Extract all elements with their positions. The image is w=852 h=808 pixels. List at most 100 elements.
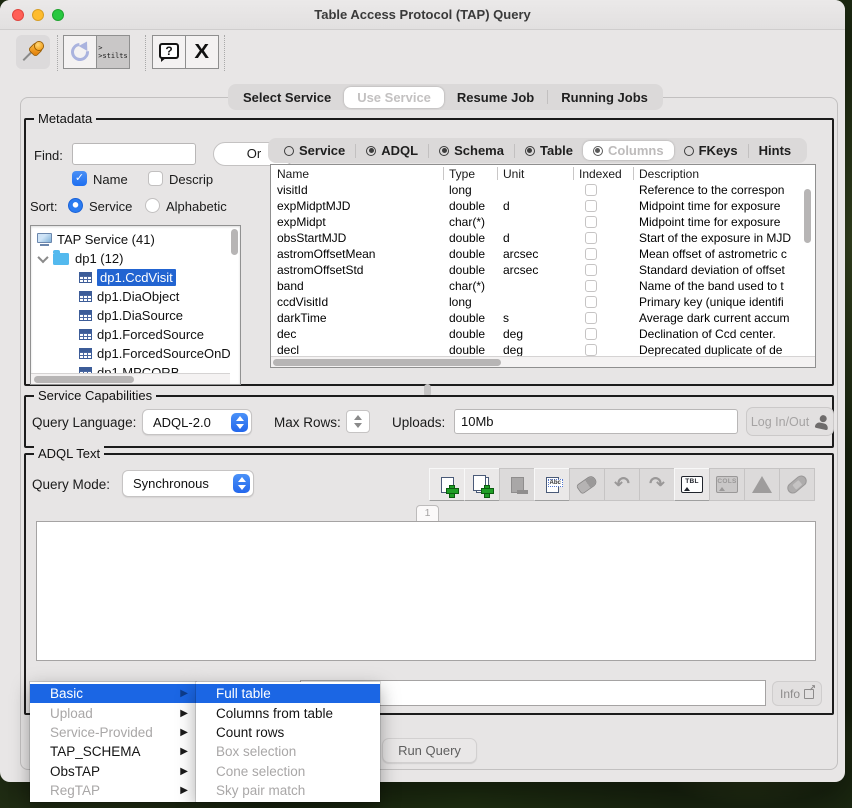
- columns-table-header: Name Type Unit Indexed Description: [271, 165, 815, 182]
- table-row[interactable]: decdoubledegDeclination of Ccd center.: [271, 326, 815, 342]
- indexed-checkbox[interactable]: [585, 184, 597, 196]
- undo-button[interactable]: ↶: [604, 468, 640, 501]
- insert-columns-button[interactable]: COLS: [709, 468, 745, 501]
- adql-edit-tab[interactable]: 1: [416, 505, 439, 521]
- uploads-field[interactable]: 10Mb: [454, 409, 738, 434]
- remove-example-button[interactable]: [499, 468, 535, 501]
- view-tab-columns[interactable]: Columns: [583, 141, 674, 160]
- indexed-checkbox[interactable]: [585, 232, 597, 244]
- query-language-select[interactable]: ADQL-2.0: [142, 409, 252, 435]
- example-info-button[interactable]: Info: [772, 681, 822, 706]
- view-tab-adql[interactable]: ADQL: [356, 141, 428, 160]
- menu-item-columns-from-table[interactable]: Columns from table: [196, 703, 380, 722]
- reload-icon: [71, 43, 89, 61]
- clear-text-button[interactable]: [569, 468, 605, 501]
- find-input[interactable]: [72, 143, 196, 165]
- indexed-checkbox[interactable]: [585, 200, 597, 212]
- menu-item-basic[interactable]: Basic ▶: [30, 684, 196, 703]
- table-row[interactable]: expMidptchar(*)Midpoint time for exposur…: [271, 214, 815, 230]
- tab-use-service[interactable]: Use Service: [344, 87, 444, 108]
- chevron-down-icon[interactable]: [37, 251, 48, 262]
- tree-item-tap-service[interactable]: TAP Service (41): [37, 230, 155, 249]
- tree-item-table[interactable]: dp1.DiaObject: [79, 287, 179, 306]
- menu-item-sky-pair-match[interactable]: Sky pair match: [196, 781, 380, 800]
- menu-item-obstap[interactable]: ObsTAP ▶: [30, 762, 196, 781]
- service-icon: [37, 233, 52, 246]
- table-row[interactable]: darkTimedoublesAverage dark current accu…: [271, 310, 815, 326]
- view-tab-fkeys[interactable]: FKeys: [674, 141, 748, 160]
- indexed-checkbox[interactable]: [585, 280, 597, 292]
- max-rows-spinner[interactable]: [346, 410, 370, 433]
- tree-item-table[interactable]: dp1.DiaSource: [79, 306, 183, 325]
- tree-horizontal-scrollbar[interactable]: [31, 373, 230, 384]
- insert-table-button[interactable]: TBL: [674, 468, 710, 501]
- tab-select-service[interactable]: Select Service: [230, 87, 344, 108]
- sort-alphabetic-radio[interactable]: [145, 198, 160, 213]
- tree-item-dp1-schema[interactable]: dp1 (12): [39, 249, 123, 268]
- table-row[interactable]: astromOffsetMeandoublearcsecMean offset …: [271, 246, 815, 262]
- view-tab-service[interactable]: Service: [274, 141, 355, 160]
- stilts-button[interactable]: > >stilts: [96, 35, 130, 69]
- indexed-checkbox[interactable]: [585, 328, 597, 340]
- indexed-checkbox[interactable]: [585, 264, 597, 276]
- view-tab-schema[interactable]: Schema: [429, 141, 514, 160]
- menu-item-count-rows[interactable]: Count rows: [196, 723, 380, 742]
- examples-menu: Basic ▶ Upload ▶ Service-Provided ▶ TAP_…: [30, 682, 196, 802]
- redo-icon: ↷: [649, 476, 665, 494]
- adql-text-area[interactable]: [36, 521, 816, 661]
- rename-example-button[interactable]: Abc: [534, 468, 570, 501]
- add-example-button[interactable]: [429, 468, 465, 501]
- tab-resume-job[interactable]: Resume Job: [444, 87, 547, 108]
- close-icon: X: [195, 42, 210, 62]
- reload-button[interactable]: [63, 35, 97, 69]
- view-tab-hints[interactable]: Hints: [749, 141, 802, 160]
- login-button[interactable]: Log In/Out: [746, 407, 834, 436]
- menu-item-regtap[interactable]: RegTAP ▶: [30, 781, 196, 800]
- table-horizontal-scrollbar[interactable]: [271, 356, 816, 367]
- tree-vertical-scrollbar[interactable]: [229, 226, 240, 373]
- descrip-checkbox[interactable]: [148, 171, 163, 186]
- help-icon: ?: [159, 43, 179, 62]
- indexed-checkbox[interactable]: [585, 248, 597, 260]
- descrip-checkbox-label: Descrip: [169, 172, 213, 187]
- menu-item-box-selection[interactable]: Box selection: [196, 742, 380, 761]
- table-row[interactable]: astromOffsetStddoublearcsecStandard devi…: [271, 262, 815, 278]
- table-row[interactable]: expMidptMJDdoubledMidpoint time for expo…: [271, 198, 815, 214]
- help-button[interactable]: ?: [152, 35, 186, 69]
- tree-item-table[interactable]: dp1.CcdVisit: [79, 268, 176, 287]
- pin-window-button[interactable]: [16, 35, 50, 69]
- tree-item-table[interactable]: dp1.ForcedSource: [79, 325, 204, 344]
- add-subquery-button[interactable]: [464, 468, 500, 501]
- name-checkbox[interactable]: ✓: [72, 171, 87, 186]
- columns-table-body: visitIdlongReference to the correspon ex…: [271, 182, 815, 358]
- view-tab-table[interactable]: Table: [515, 141, 583, 160]
- query-mode-select[interactable]: Synchronous: [122, 470, 254, 497]
- parse-errors-button[interactable]: [744, 468, 780, 501]
- fix-text-button[interactable]: [779, 468, 815, 501]
- menu-item-cone-selection[interactable]: Cone selection: [196, 762, 380, 781]
- menu-item-full-table[interactable]: Full table: [196, 684, 380, 703]
- submenu-arrow-icon: ▶: [180, 746, 188, 757]
- table-row[interactable]: obsStartMJDdoubledStart of the exposure …: [271, 230, 815, 246]
- table-vertical-scrollbar[interactable]: [802, 185, 813, 355]
- menu-item-tap-schema[interactable]: TAP_SCHEMA ▶: [30, 742, 196, 761]
- tab-running-jobs[interactable]: Running Jobs: [548, 87, 661, 108]
- table-row[interactable]: bandchar(*)Name of the band used to t: [271, 278, 815, 294]
- redo-button[interactable]: ↷: [639, 468, 675, 501]
- indexed-checkbox[interactable]: [585, 216, 597, 228]
- indexed-checkbox[interactable]: [585, 344, 597, 356]
- table-row[interactable]: ccdVisitIdlongPrimary key (unique identi…: [271, 294, 815, 310]
- sort-service-radio[interactable]: [68, 198, 83, 213]
- menu-item-service-provided[interactable]: Service-Provided ▶: [30, 723, 196, 742]
- indexed-checkbox[interactable]: [585, 312, 597, 324]
- submenu-arrow-icon: ▶: [180, 708, 188, 719]
- radio-filled-icon: [366, 146, 376, 156]
- indexed-checkbox[interactable]: [585, 296, 597, 308]
- menu-item-upload[interactable]: Upload ▶: [30, 703, 196, 722]
- table-row[interactable]: visitIdlongReference to the correspon: [271, 182, 815, 198]
- stilts-icon: > >stilts: [98, 44, 128, 60]
- close-window-button[interactable]: X: [185, 35, 219, 69]
- run-query-button[interactable]: Run Query: [382, 738, 477, 763]
- service-capabilities-title: Service Capabilities: [34, 388, 156, 403]
- tree-item-table[interactable]: dp1.ForcedSourceOnD: [79, 344, 231, 363]
